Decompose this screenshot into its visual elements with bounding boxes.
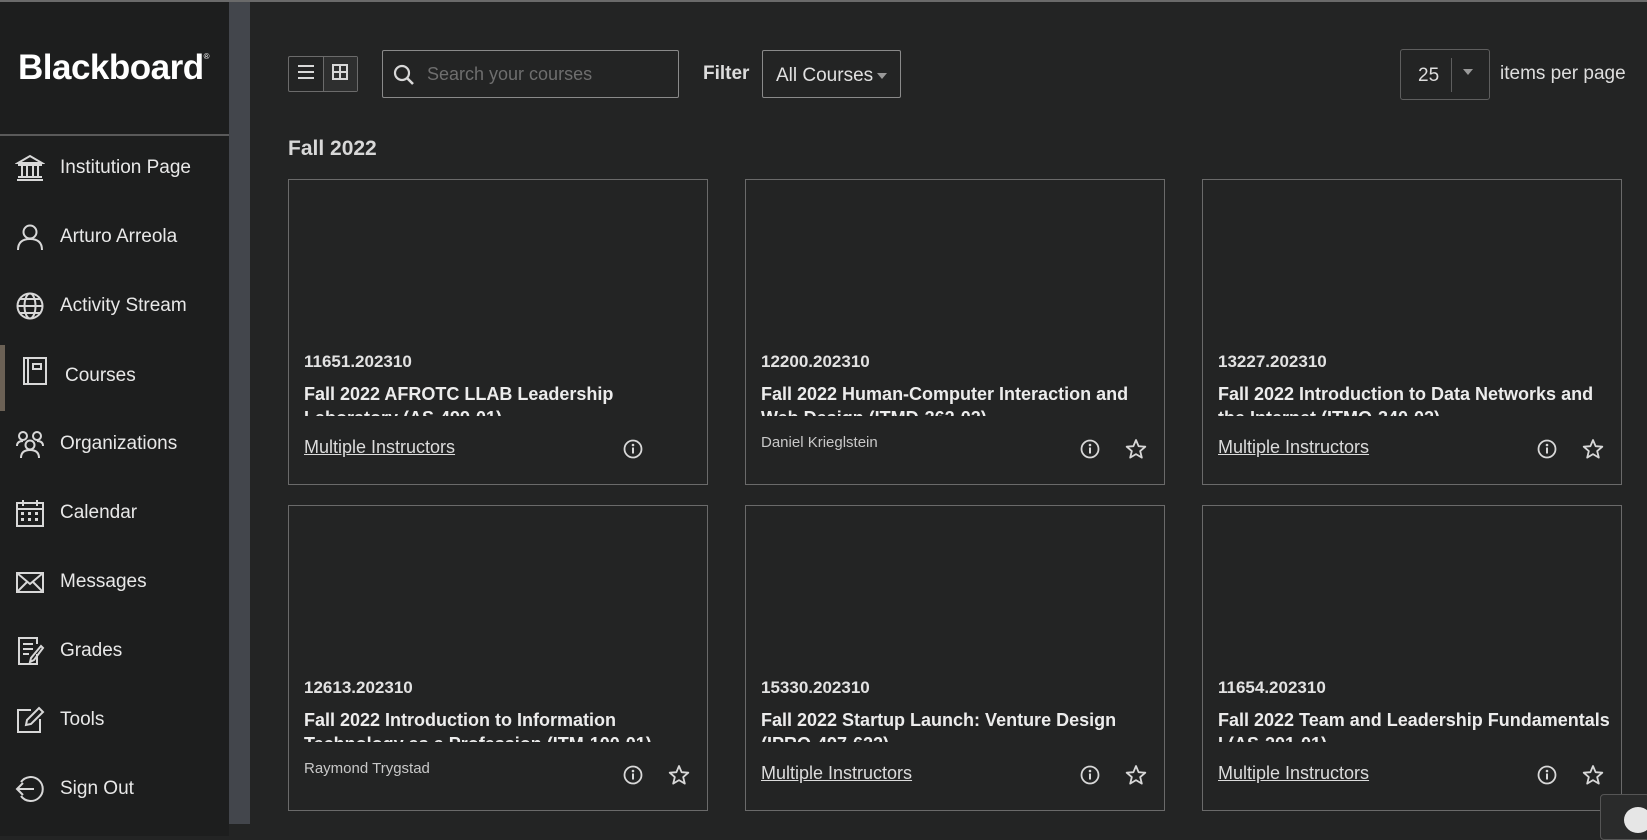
info-icon[interactable] xyxy=(623,439,643,464)
grid-icon xyxy=(332,63,349,85)
sidebar-item-messages[interactable]: Messages xyxy=(0,554,229,610)
sidebar-item-label: Tools xyxy=(60,709,105,730)
chat-bubble-icon xyxy=(1624,807,1647,833)
sidebar-item-profile[interactable]: Arturo Arreola xyxy=(0,209,229,265)
sidebar-scrollbar[interactable] xyxy=(229,2,250,824)
star-icon[interactable] xyxy=(1125,438,1147,465)
course-id: 11654.202310 xyxy=(1218,678,1326,697)
sidebar-item-label: Messages xyxy=(60,571,147,592)
instructors-link[interactable]: Multiple Instructors xyxy=(304,437,455,458)
star-icon[interactable] xyxy=(668,764,690,791)
sidebar-item-label: Courses xyxy=(65,365,136,386)
info-icon[interactable] xyxy=(1537,439,1557,464)
sidebar-item-label: Calendar xyxy=(60,502,138,523)
view-toggle xyxy=(288,56,358,92)
course-title[interactable]: Fall 2022 Introduction to Information Te… xyxy=(304,708,699,742)
info-icon[interactable] xyxy=(1080,439,1100,464)
chevron-down-icon xyxy=(877,73,887,79)
filter-selected-value: All Courses xyxy=(776,65,874,86)
sidebar-item-label: Organizations xyxy=(60,433,178,454)
course-id: 13227.202310 xyxy=(1218,352,1327,371)
course-card[interactable]: 11654.202310 Fall 2022 Team and Leadersh… xyxy=(1202,505,1622,811)
items-per-page-value: 25 xyxy=(1418,65,1440,86)
sidebar-item-sign-out[interactable]: Sign Out xyxy=(0,761,229,817)
tools-icon xyxy=(14,704,46,736)
calendar-icon xyxy=(14,497,46,529)
search-icon xyxy=(393,64,415,91)
info-icon[interactable] xyxy=(623,765,643,790)
search-input[interactable] xyxy=(427,61,667,87)
course-id: 12200.202310 xyxy=(761,352,870,371)
organizations-icon xyxy=(14,428,46,460)
course-id: 11651.202310 xyxy=(304,352,412,371)
instructors-link[interactable]: Multiple Instructors xyxy=(1218,437,1369,458)
course-card[interactable]: 11651.202310 Fall 2022 AFROTC LLAB Leade… xyxy=(288,179,708,485)
sidebar-divider xyxy=(0,134,229,136)
sidebar-item-label: Grades xyxy=(60,640,123,661)
star-icon[interactable] xyxy=(1125,764,1147,791)
list-view-button[interactable] xyxy=(289,57,323,91)
star-icon[interactable] xyxy=(1582,764,1604,791)
sidebar-item-label: Institution Page xyxy=(60,157,191,178)
dropdown-separator xyxy=(1451,58,1452,92)
filter-label: Filter xyxy=(703,63,750,84)
instructor-name: Raymond Trygstad xyxy=(304,760,430,777)
course-title[interactable]: Fall 2022 AFROTC LLAB Leadership Laborat… xyxy=(304,382,699,416)
envelope-icon xyxy=(14,566,46,598)
course-title[interactable]: Fall 2022 Introduction to Data Networks … xyxy=(1218,382,1613,416)
registered-mark: ® xyxy=(203,52,210,61)
star-icon[interactable] xyxy=(1582,438,1604,465)
active-indicator xyxy=(0,345,5,411)
sidebar-item-tools[interactable]: Tools xyxy=(0,692,229,748)
instructors-link[interactable]: Multiple Instructors xyxy=(1218,763,1369,784)
sidebar-item-organizations[interactable]: Organizations xyxy=(0,416,229,472)
sidebar-item-calendar[interactable]: Calendar xyxy=(0,485,229,541)
items-per-page-label: items per page xyxy=(1500,63,1626,84)
sidebar-item-grades[interactable]: Grades xyxy=(0,623,229,679)
course-id: 12613.202310 xyxy=(304,678,413,697)
course-title[interactable]: Fall 2022 Startup Launch: Venture Design… xyxy=(761,708,1156,742)
course-title[interactable]: Fall 2022 Team and Leadership Fundamenta… xyxy=(1218,708,1613,742)
sign-out-icon xyxy=(14,773,46,805)
courses-main: Filter All Courses 25 items per page Fal… xyxy=(250,2,1647,836)
blackboard-logo[interactable]: Blackboard® xyxy=(18,48,210,88)
course-search xyxy=(382,50,679,98)
course-card[interactable]: 15330.202310 Fall 2022 Startup Launch: V… xyxy=(745,505,1165,811)
instructors-link[interactable]: Multiple Instructors xyxy=(761,763,912,784)
sidebar-item-activity-stream[interactable]: Activity Stream xyxy=(0,278,229,334)
grid-view-button[interactable] xyxy=(322,57,357,91)
sidebar-item-label: Activity Stream xyxy=(60,295,187,316)
institution-icon xyxy=(14,152,46,184)
courses-icon xyxy=(19,355,51,387)
instructor-name: Daniel Krieglstein xyxy=(761,434,878,451)
items-per-page-dropdown[interactable]: 25 xyxy=(1400,49,1490,100)
course-card[interactable]: 12613.202310 Fall 2022 Introduction to I… xyxy=(288,505,708,811)
course-id: 15330.202310 xyxy=(761,678,870,697)
course-card[interactable]: 12200.202310 Fall 2022 Human-Computer In… xyxy=(745,179,1165,485)
sidebar-item-label: Arturo Arreola xyxy=(60,226,178,247)
list-icon xyxy=(297,64,314,84)
sidebar: Blackboard® Institution Page Arturo Arre… xyxy=(0,2,229,836)
grades-icon xyxy=(14,635,46,667)
course-title[interactable]: Fall 2022 Human-Computer Interaction and… xyxy=(761,382,1156,416)
globe-icon xyxy=(14,290,46,322)
filter-dropdown[interactable]: All Courses xyxy=(762,50,901,98)
info-icon[interactable] xyxy=(1080,765,1100,790)
info-icon[interactable] xyxy=(1537,765,1557,790)
user-icon xyxy=(14,221,46,253)
chevron-down-icon xyxy=(1463,69,1473,75)
sidebar-item-institution-page[interactable]: Institution Page xyxy=(0,140,229,196)
sidebar-item-courses[interactable]: Courses xyxy=(0,345,229,411)
logo-text: Blackboard xyxy=(18,48,204,87)
course-card[interactable]: 13227.202310 Fall 2022 Introduction to D… xyxy=(1202,179,1622,485)
sidebar-item-label: Sign Out xyxy=(60,778,134,799)
term-heading: Fall 2022 xyxy=(288,137,377,160)
chat-button[interactable] xyxy=(1600,794,1647,840)
